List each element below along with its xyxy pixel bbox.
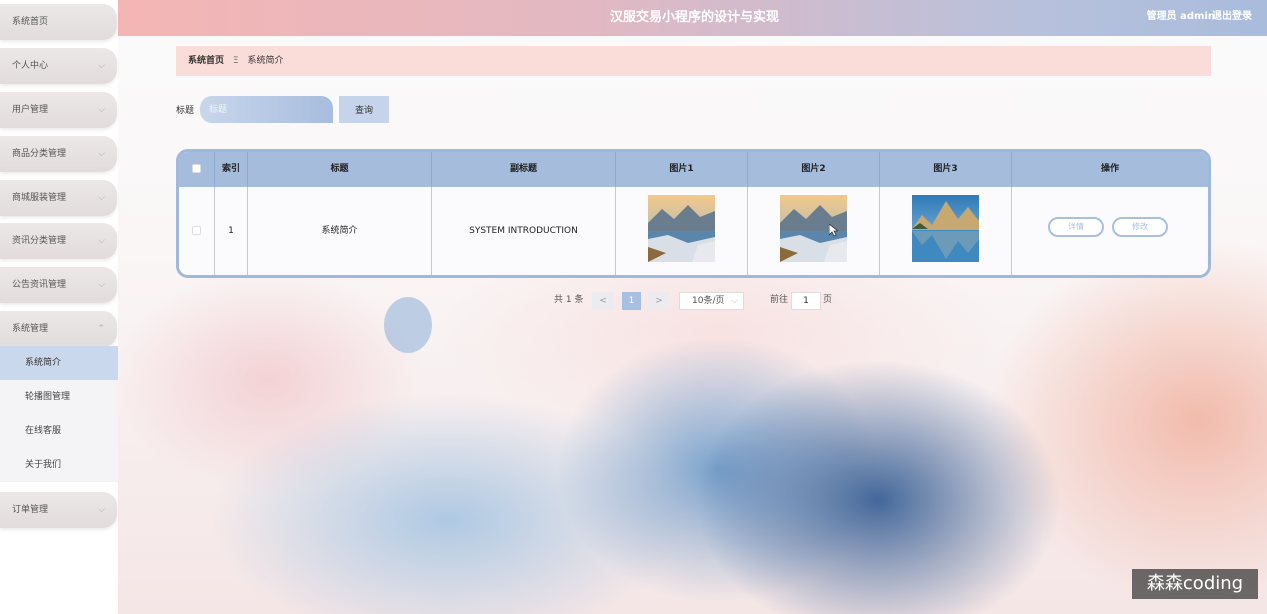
background-decoration bbox=[384, 297, 432, 353]
table-header: 索引 标题 副标题 图片1 图片2 图片3 操作 bbox=[179, 152, 1208, 187]
sidebar-subitem-label: 关于我们 bbox=[25, 460, 62, 470]
app-title: 汉服交易小程序的设计与实现 bbox=[610, 10, 780, 25]
sidebar-item-label: 个人中心 bbox=[12, 61, 49, 71]
breadcrumb-home[interactable]: 系统首页 bbox=[188, 56, 224, 66]
next-page-button[interactable]: > bbox=[648, 292, 670, 310]
watermark: 森森coding bbox=[1132, 569, 1258, 599]
breadcrumb: 系统首页 Ξ 系统简介 bbox=[176, 46, 1211, 76]
page-size-value: 10条/页 bbox=[692, 296, 725, 306]
chevron-down-icon: ⌵ bbox=[98, 505, 105, 515]
column-header: 操作 bbox=[1011, 152, 1208, 187]
sidebar-item-label: 订单管理 bbox=[12, 505, 49, 515]
chevron-down-icon: ⌵ bbox=[98, 61, 105, 71]
page-size-select[interactable]: 10条/页 ⌵ bbox=[679, 292, 744, 310]
sidebar-item-label: 公告资讯管理 bbox=[12, 280, 67, 290]
page-unit-label: 页 bbox=[823, 295, 833, 305]
sidebar-item-label: 商城服装管理 bbox=[12, 193, 67, 203]
top-header: 汉服交易小程序的设计与实现 管理员 admin 退出登录 bbox=[118, 0, 1267, 36]
sidebar-subitem-intro[interactable]: 系统简介 bbox=[0, 346, 118, 380]
cell-index: 1 bbox=[214, 187, 247, 275]
mountain-lake-image[interactable] bbox=[911, 195, 979, 262]
sidebar-item-label: 系统管理 bbox=[12, 324, 49, 334]
table-row: 1 系统简介 SYSTEM INTRODUCTION 详情 修改 bbox=[179, 187, 1208, 275]
select-all-cell bbox=[179, 152, 214, 187]
logout-button[interactable]: 退出登录 bbox=[1212, 0, 1252, 34]
landscape-beach-image[interactable] bbox=[647, 195, 715, 262]
sidebar-item-system[interactable]: 系统管理 ⌃ bbox=[0, 311, 117, 347]
column-header: 图片1 bbox=[615, 152, 747, 187]
data-table: 索引 标题 副标题 图片1 图片2 图片3 操作 1 系统简介 SYSTEM I… bbox=[176, 149, 1211, 278]
sidebar-item-announcements[interactable]: 公告资讯管理 ⌵ bbox=[0, 267, 117, 303]
prev-page-button[interactable]: < bbox=[592, 292, 614, 310]
column-header: 图片2 bbox=[747, 152, 879, 187]
sidebar-item-label: 系统首页 bbox=[12, 17, 49, 27]
breadcrumb-separator: Ξ bbox=[232, 56, 239, 66]
chevron-down-icon: ⌵ bbox=[731, 296, 738, 306]
sidebar-subitem-about[interactable]: 关于我们 bbox=[0, 448, 118, 482]
sidebar-subitem-label: 系统简介 bbox=[25, 358, 62, 368]
chevron-down-icon: ⌵ bbox=[98, 236, 105, 246]
chevron-down-icon: ⌵ bbox=[98, 193, 105, 203]
cell-title: 系统简介 bbox=[247, 187, 431, 275]
cell-image2 bbox=[747, 187, 879, 275]
sidebar-item-home[interactable]: 系统首页 bbox=[0, 4, 117, 40]
page-number-button[interactable]: 1 bbox=[622, 292, 641, 310]
edit-button[interactable]: 修改 bbox=[1112, 217, 1168, 237]
row-checkbox[interactable] bbox=[192, 226, 201, 235]
sidebar-subitem-label: 轮播图管理 bbox=[25, 392, 71, 402]
sidebar-subitem-service[interactable]: 在线客服 bbox=[0, 414, 118, 448]
cell-actions: 详情 修改 bbox=[1011, 187, 1208, 275]
search-label: 标题 bbox=[176, 106, 195, 116]
sidebar-item-clothing[interactable]: 商城服装管理 ⌵ bbox=[0, 180, 117, 216]
column-header: 标题 bbox=[247, 152, 431, 187]
cell-image3 bbox=[879, 187, 1011, 275]
sidebar-item-news-category[interactable]: 资讯分类管理 ⌵ bbox=[0, 223, 117, 259]
sidebar-item-orders[interactable]: 订单管理 ⌵ bbox=[0, 492, 117, 528]
current-user: 管理员 admin bbox=[1146, 11, 1215, 22]
row-select-cell bbox=[179, 187, 214, 275]
cell-subtitle: SYSTEM INTRODUCTION bbox=[431, 187, 615, 275]
sidebar: 系统首页 个人中心 ⌵ 用户管理 ⌵ 商品分类管理 ⌵ 商城服装管理 ⌵ 资讯分… bbox=[0, 0, 118, 614]
sidebar-item-label: 商品分类管理 bbox=[12, 149, 67, 159]
chevron-down-icon: ⌵ bbox=[98, 149, 105, 159]
sidebar-item-label: 用户管理 bbox=[12, 105, 49, 115]
sidebar-item-personal[interactable]: 个人中心 ⌵ bbox=[0, 48, 117, 84]
breadcrumb-current: 系统简介 bbox=[247, 56, 284, 66]
sidebar-subitem-carousel[interactable]: 轮播图管理 bbox=[0, 380, 118, 414]
chevron-down-icon: ⌵ bbox=[98, 105, 105, 115]
sidebar-item-users[interactable]: 用户管理 ⌵ bbox=[0, 92, 117, 128]
cell-image1 bbox=[615, 187, 747, 275]
select-all-checkbox[interactable] bbox=[192, 164, 201, 173]
chevron-down-icon: ⌵ bbox=[98, 280, 105, 290]
goto-page-input[interactable]: 1 bbox=[791, 292, 821, 310]
column-header: 索引 bbox=[214, 152, 247, 187]
search-button[interactable]: 查询 bbox=[339, 96, 389, 123]
sidebar-subitem-label: 在线客服 bbox=[25, 426, 62, 436]
goto-label: 前往 bbox=[770, 295, 789, 305]
column-header: 副标题 bbox=[431, 152, 615, 187]
pagination-total: 共 1 条 bbox=[554, 295, 584, 305]
sidebar-item-label: 资讯分类管理 bbox=[12, 236, 67, 246]
sidebar-item-product-category[interactable]: 商品分类管理 ⌵ bbox=[0, 136, 117, 172]
detail-button[interactable]: 详情 bbox=[1048, 217, 1104, 237]
column-header: 图片3 bbox=[879, 152, 1011, 187]
title-search-input[interactable] bbox=[200, 96, 333, 123]
mouse-cursor-icon bbox=[829, 224, 838, 237]
chevron-up-icon: ⌃ bbox=[97, 324, 105, 334]
